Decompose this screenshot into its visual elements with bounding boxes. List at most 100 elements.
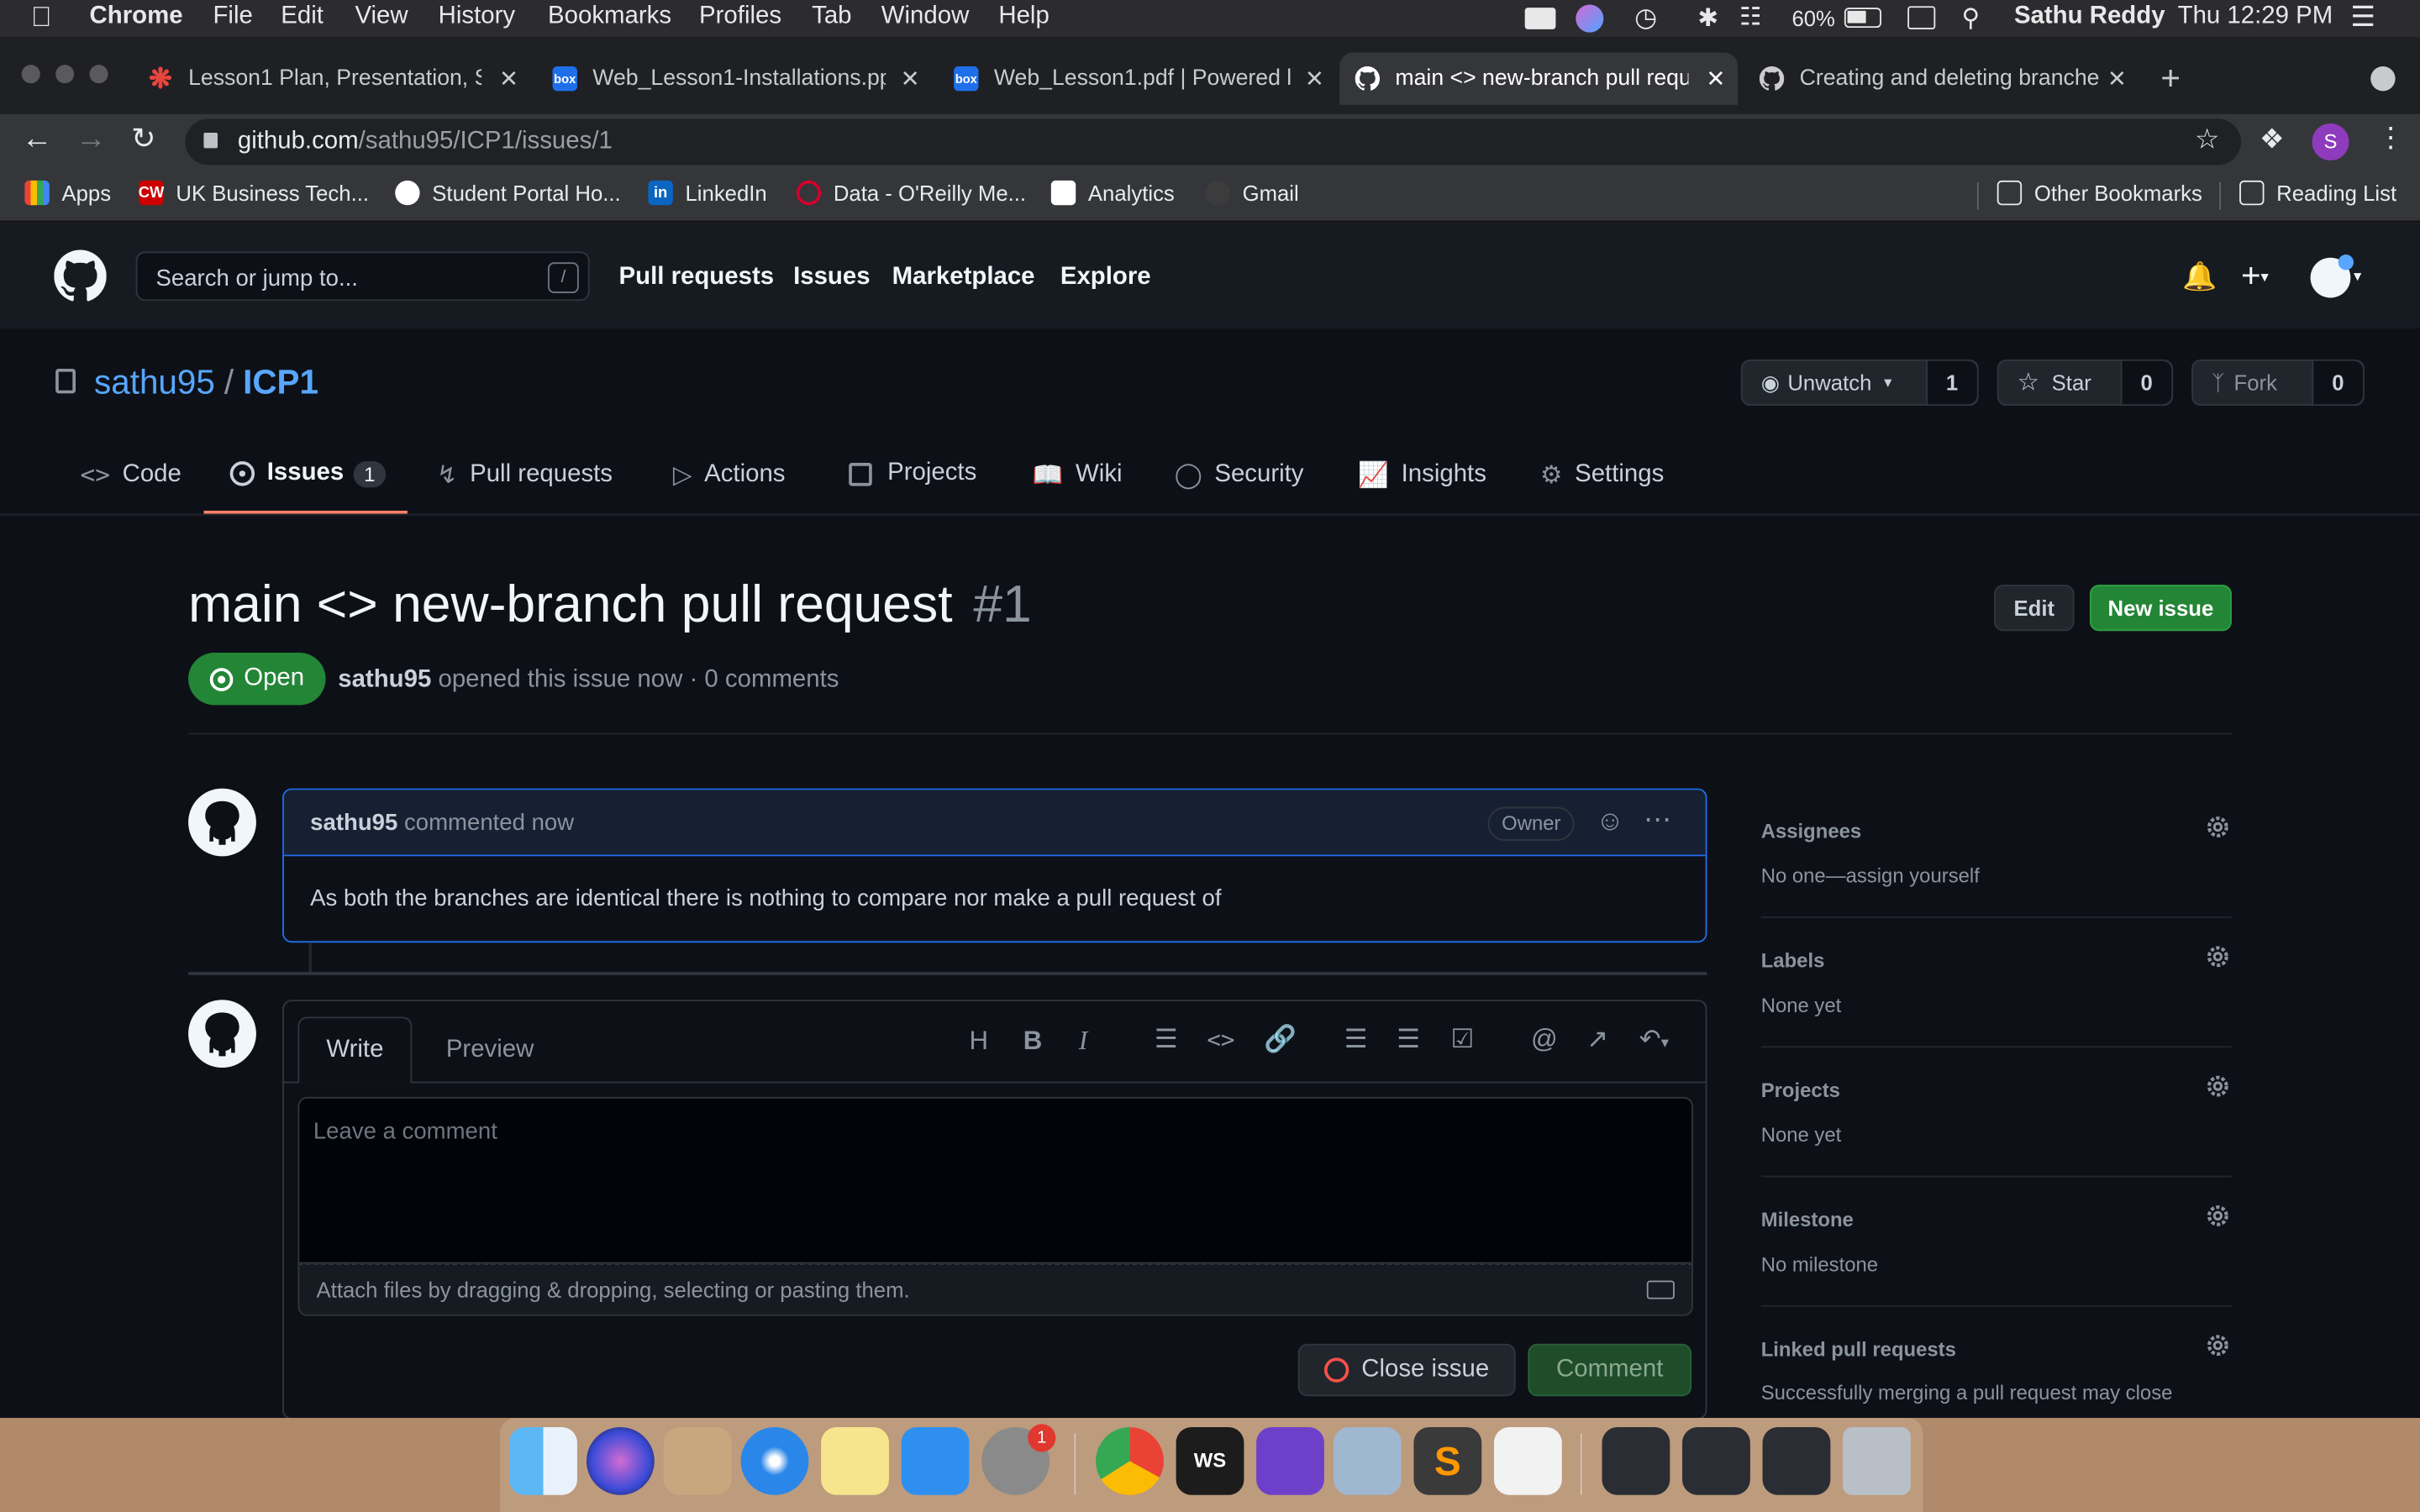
bookmark-gmail[interactable]: Gmail: [1205, 180, 1299, 206]
control-center-icon[interactable]: ☰: [2350, 2, 2375, 34]
chrome-menu-kebab-icon[interactable]: ⋮: [2377, 122, 2405, 155]
current-user-avatar[interactable]: [188, 1000, 256, 1068]
window-minimize-dot[interactable]: [55, 65, 75, 84]
battery-icon[interactable]: [1844, 8, 1881, 29]
notifications-bell-icon[interactable]: 🔔: [2182, 260, 2217, 293]
comment-submit-button[interactable]: Comment: [1528, 1343, 1692, 1397]
address-bar[interactable]: github.com/sathu95/ICP1/issues/1 ☆: [185, 118, 2241, 165]
notes-icon[interactable]: [821, 1426, 889, 1495]
back-arrow-icon[interactable]: ←: [22, 122, 53, 157]
mention-icon[interactable]: @: [1531, 1025, 1558, 1056]
link-icon[interactable]: 🔗: [1264, 1025, 1297, 1056]
sublime-text-icon[interactable]: S: [1413, 1426, 1482, 1495]
stargazers-count[interactable]: 0: [2122, 360, 2172, 405]
new-issue-button[interactable]: New issue: [2089, 585, 2232, 632]
browser-tab[interactable]: box Web_Lesson1.pdf | Powered by ✕: [939, 52, 1337, 104]
bluetooth-icon[interactable]: ✱: [1697, 3, 1718, 34]
finder-icon[interactable]: [509, 1426, 577, 1495]
sidebar-milestone-heading[interactable]: Milestone: [1761, 1208, 1854, 1231]
bookmark-other-folder[interactable]: Other Bookmarks: [1996, 180, 2202, 206]
sidebar-assignees-value[interactable]: No one—assign yourself: [1761, 864, 1980, 888]
menu-help[interactable]: Help: [998, 3, 1049, 31]
clock[interactable]: Thu 12:29 PM: [2178, 3, 2333, 31]
bookmark-linkedin[interactable]: in LinkedIn: [648, 180, 767, 206]
nav-explore[interactable]: Explore: [1060, 264, 1151, 291]
bold-icon[interactable]: B: [1023, 1026, 1043, 1057]
tab-close-icon[interactable]: ✕: [499, 65, 518, 92]
comment-author-link[interactable]: sathu95: [310, 810, 397, 836]
markdown-icon[interactable]: [1646, 1280, 1675, 1299]
input-menu-icon[interactable]: [1907, 6, 1936, 29]
create-new-plus-icon[interactable]: +▾: [2241, 256, 2269, 297]
chrome-icon[interactable]: [1096, 1426, 1164, 1495]
minimized-window-thumbnail[interactable]: [1602, 1426, 1670, 1495]
time-machine-icon[interactable]: ◷: [1634, 3, 1657, 34]
spotlight-search-icon[interactable]: ⚲: [1961, 3, 1980, 34]
tab-code[interactable]: <> Code: [81, 459, 182, 489]
close-issue-button[interactable]: Close issue: [1297, 1343, 1516, 1397]
github-desktop-icon[interactable]: [1256, 1426, 1324, 1495]
heading-icon[interactable]: H: [969, 1026, 988, 1057]
write-tab[interactable]: Write: [297, 1016, 413, 1084]
comment-textarea[interactable]: Leave a comment: [297, 1096, 1693, 1264]
app-store-icon[interactable]: [901, 1426, 970, 1495]
github-logo-icon[interactable]: [54, 249, 107, 311]
wifi-icon[interactable]: ☷: [1739, 2, 1761, 33]
forward-arrow-icon[interactable]: →: [76, 122, 107, 157]
forks-count[interactable]: 0: [2312, 360, 2364, 405]
bookmark-apps[interactable]: Apps: [24, 180, 111, 206]
tab-close-icon[interactable]: ✕: [1305, 65, 1324, 92]
window-close-dot[interactable]: [21, 65, 40, 84]
bookmark-student-portal[interactable]: Student Portal Ho...: [395, 180, 621, 206]
menu-window[interactable]: Window: [881, 3, 970, 31]
tab-insights[interactable]: 📈 Insights: [1358, 459, 1486, 491]
comment-timestamp[interactable]: commented now: [404, 810, 574, 836]
window-zoom-dot[interactable]: [89, 65, 108, 84]
edit-button[interactable]: Edit: [1994, 585, 2075, 632]
bookmark-star-icon[interactable]: ☆: [2195, 123, 2220, 156]
comment-author-avatar[interactable]: [188, 788, 256, 857]
add-reaction-smiley-icon[interactable]: ☺: [1596, 806, 1624, 838]
camera-icon[interactable]: [1524, 8, 1556, 29]
browser-tab[interactable]: ❋ Lesson1 Plan, Presentation, So ✕: [133, 52, 531, 104]
gear-icon[interactable]: [2204, 1073, 2232, 1108]
issue-author-link[interactable]: sathu95: [338, 666, 431, 692]
tab-close-icon[interactable]: ✕: [2107, 65, 2127, 92]
browser-tab[interactable]: box Web_Lesson1-Installations.pptx ✕: [537, 52, 932, 104]
extensions-puzzle-icon[interactable]: ❖: [2260, 123, 2285, 156]
tab-security[interactable]: ◯ Security: [1175, 459, 1304, 491]
trash-icon[interactable]: [1843, 1426, 1911, 1495]
nav-marketplace[interactable]: Marketplace: [892, 264, 1035, 291]
gear-icon[interactable]: [2204, 1331, 2232, 1367]
menu-file[interactable]: File: [213, 3, 252, 31]
italic-icon[interactable]: I: [1079, 1026, 1087, 1057]
apple-icon[interactable]: : [31, 2, 52, 34]
star-button[interactable]: ☆ Star: [1999, 360, 2123, 405]
task-list-icon[interactable]: ☑: [1451, 1025, 1475, 1056]
reload-icon[interactable]: ↻: [131, 122, 155, 157]
siri-icon[interactable]: [586, 1426, 655, 1495]
minimized-window-thumbnail[interactable]: [1762, 1426, 1831, 1495]
bulleted-list-icon[interactable]: ☰: [1344, 1025, 1368, 1056]
numbered-list-icon[interactable]: ☰: [1397, 1025, 1420, 1056]
tab-wiki[interactable]: 📖 Wiki: [1033, 459, 1123, 491]
tab-projects[interactable]: Projects: [849, 459, 976, 487]
gear-icon[interactable]: [2204, 813, 2232, 848]
new-tab-plus-icon[interactable]: +: [2160, 59, 2181, 99]
reading-list-button[interactable]: Reading List: [2239, 180, 2396, 206]
safari-compass-icon[interactable]: [740, 1426, 809, 1495]
nav-issues[interactable]: Issues: [793, 264, 870, 291]
tab-actions[interactable]: ▷ Actions: [673, 459, 786, 491]
menu-profiles[interactable]: Profiles: [699, 3, 781, 31]
menu-bookmarks[interactable]: Bookmarks: [548, 3, 671, 31]
gear-icon[interactable]: [2204, 942, 2232, 978]
cross-reference-icon[interactable]: ↗: [1586, 1025, 1608, 1056]
attach-files-area[interactable]: Attach files by dragging & dropping, sel…: [297, 1263, 1693, 1316]
code-icon[interactable]: <>: [1207, 1026, 1234, 1053]
fork-button[interactable]: ᛉ Fork: [2193, 360, 2313, 405]
tab-settings[interactable]: ⚙ Settings: [1540, 459, 1664, 491]
textedit-icon[interactable]: [1493, 1426, 1562, 1495]
tab-issues[interactable]: Issues 1: [229, 459, 387, 487]
tab-search-chevron-icon[interactable]: [2370, 66, 2396, 92]
mail-eagle-icon[interactable]: [663, 1426, 732, 1495]
